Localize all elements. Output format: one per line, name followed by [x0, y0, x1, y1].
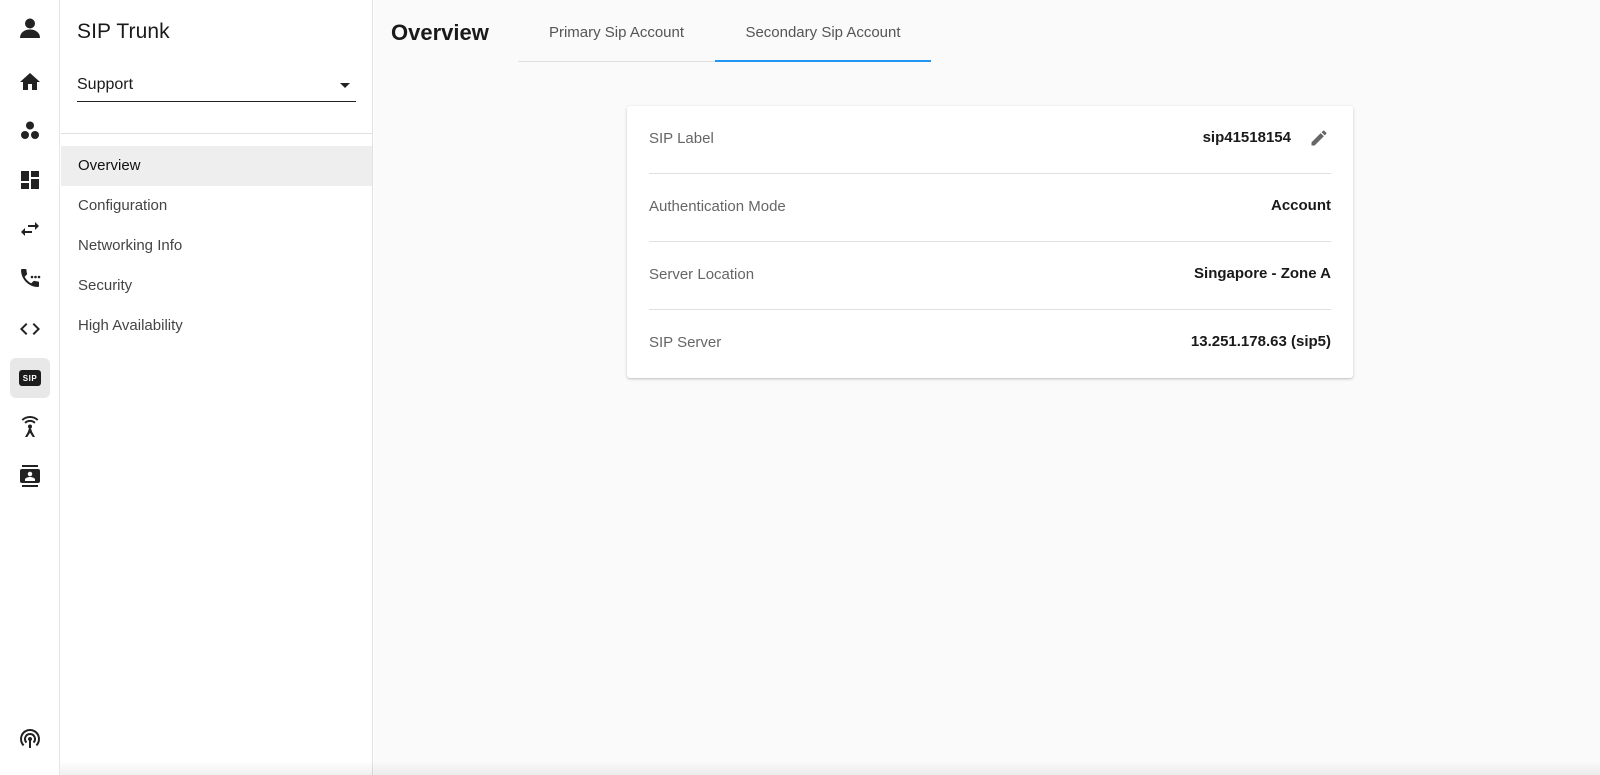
rail-broadcast-button[interactable]: [10, 718, 50, 758]
sidebar-item-high-availability[interactable]: High Availability: [61, 306, 372, 346]
antenna-icon: [21, 415, 39, 437]
rail-contacts-button[interactable]: [10, 456, 50, 496]
section-sidebar: SIP Trunk Support Overview Configuration…: [61, 0, 373, 775]
sidebar-nav: Overview Configuration Networking Info S…: [61, 146, 372, 346]
main-content: Overview Primary Sip Account Secondary S…: [374, 0, 1600, 775]
detail-label: SIP Label: [649, 130, 714, 147]
detail-label: SIP Server: [649, 334, 722, 351]
sidebar-item-overview[interactable]: Overview: [61, 146, 372, 186]
rail-sip-button[interactable]: SIP: [10, 358, 50, 398]
detail-label: Authentication Mode: [649, 198, 786, 215]
phone-dialpad-icon: [21, 269, 41, 287]
team-select[interactable]: Support: [77, 72, 356, 102]
sip-icon: SIP: [19, 370, 41, 386]
home-icon: [20, 73, 40, 90]
team-select-value: Support: [77, 76, 134, 93]
detail-value: sip41518154: [1202, 129, 1291, 146]
detail-value: Account: [1271, 197, 1331, 214]
detail-row-server-location: Server Location Singapore - Zone A: [649, 242, 1331, 310]
dashboard-icon: [21, 171, 39, 189]
detail-row-authentication-mode: Authentication Mode Account: [649, 174, 1331, 242]
detail-label: Server Location: [649, 266, 755, 283]
tab-secondary-sip-account[interactable]: Secondary Sip Account: [715, 0, 931, 62]
sip-details-card: SIP Label sip41518154 Authentication Mod…: [627, 106, 1353, 378]
active-tab-indicator: [715, 60, 931, 62]
rail-dashboard-button[interactable]: [10, 160, 50, 200]
caret-down-icon: [340, 83, 350, 88]
icon-rail: SIP: [0, 0, 60, 775]
sidebar-item-security[interactable]: Security: [61, 266, 372, 306]
page-title: Overview: [391, 20, 489, 45]
detail-row-sip-server: SIP Server 13.251.178.63 (sip5): [649, 310, 1331, 378]
detail-value: Singapore - Zone A: [1194, 265, 1331, 282]
edit-sip-label-button[interactable]: [1307, 126, 1331, 150]
rail-home-button[interactable]: [10, 62, 50, 102]
rail-phone-button[interactable]: [10, 258, 50, 298]
detail-row-sip-label: SIP Label sip41518154: [649, 106, 1331, 174]
rail-antenna-button[interactable]: [10, 407, 50, 447]
sidebar-item-configuration[interactable]: Configuration: [61, 186, 372, 226]
bubbles-icon: [21, 121, 39, 139]
sidebar-item-networking-info[interactable]: Networking Info: [61, 226, 372, 266]
account-tabs: Primary Sip Account Secondary Sip Accoun…: [518, 0, 931, 62]
account-button[interactable]: [10, 8, 50, 48]
sidebar-divider: [61, 133, 372, 134]
rail-bubbles-button[interactable]: [10, 111, 50, 151]
rail-code-button[interactable]: [10, 309, 50, 349]
sidebar-title: SIP Trunk: [77, 20, 170, 43]
app-window: SIP SIP Trunk Support Overview Configura…: [0, 0, 1600, 775]
broadcast-icon: [20, 729, 40, 748]
account-icon: [20, 18, 40, 38]
rail-swap-button[interactable]: [10, 209, 50, 249]
swap-icon: [21, 222, 39, 236]
code-icon: [20, 323, 40, 335]
detail-value: 13.251.178.63 (sip5): [1190, 333, 1331, 350]
tab-primary-sip-account[interactable]: Primary Sip Account: [518, 0, 715, 62]
contacts-icon: [20, 465, 40, 487]
pencil-icon: [1311, 130, 1327, 146]
